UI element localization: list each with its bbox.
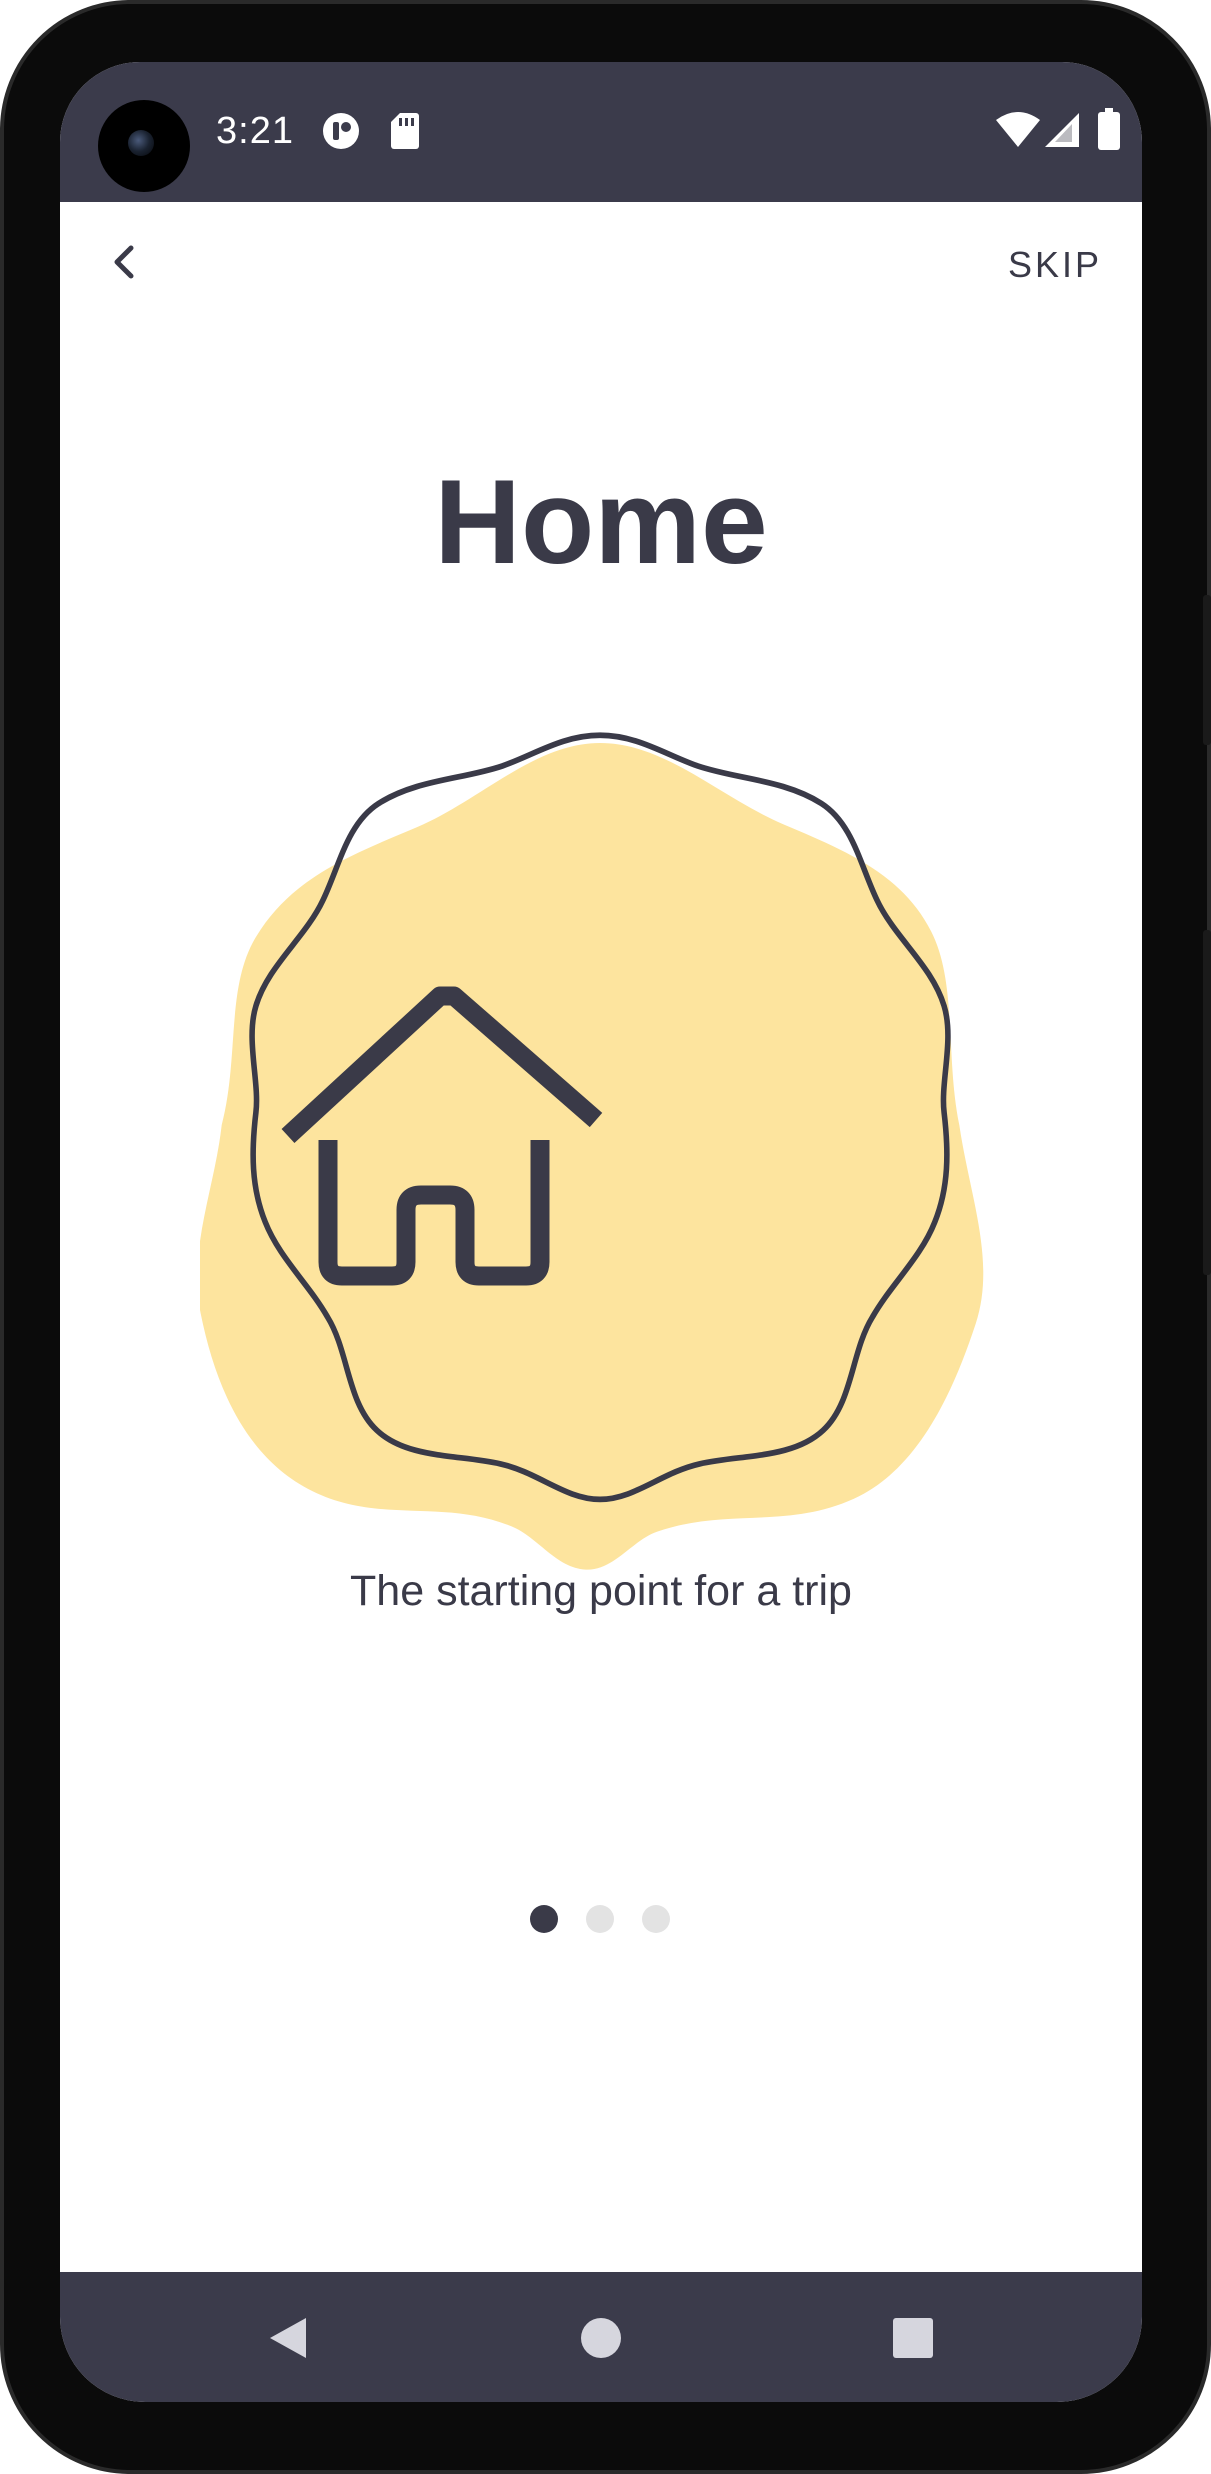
page-title: Home — [434, 455, 768, 589]
screen: 3:21 SKIP Home The starting point for a … — [60, 62, 1142, 2402]
phone-side-button — [1203, 930, 1211, 1275]
page-dot[interactable] — [642, 1905, 670, 1933]
status-bar: 3:21 — [60, 62, 1142, 202]
camera-lens — [128, 130, 154, 156]
page-dot-active[interactable] — [530, 1905, 558, 1933]
chevron-left-icon — [114, 245, 134, 279]
home-circle-icon[interactable] — [580, 2317, 622, 2364]
wifi-icon — [996, 112, 1040, 148]
battery-icon — [1098, 108, 1120, 150]
page-indicator — [60, 1899, 1142, 1939]
back-button[interactable] — [100, 227, 170, 297]
status-time: 3:21 — [216, 110, 294, 152]
camera-icon — [98, 100, 190, 192]
navigation-bar — [60, 2272, 1142, 2402]
skip-button[interactable]: SKIP — [1008, 244, 1102, 286]
page-dot[interactable] — [586, 1905, 614, 1933]
notification-app-icon — [322, 112, 360, 150]
cell-signal-icon — [1044, 112, 1080, 148]
page-subtitle: The starting point for a trip — [350, 1567, 852, 1615]
recents-square-icon[interactable] — [892, 2317, 934, 2364]
phone-side-button — [1203, 595, 1211, 745]
back-triangle-icon[interactable] — [266, 2316, 310, 2365]
hero-illustration — [200, 732, 984, 1570]
sd-card-icon — [390, 112, 420, 150]
